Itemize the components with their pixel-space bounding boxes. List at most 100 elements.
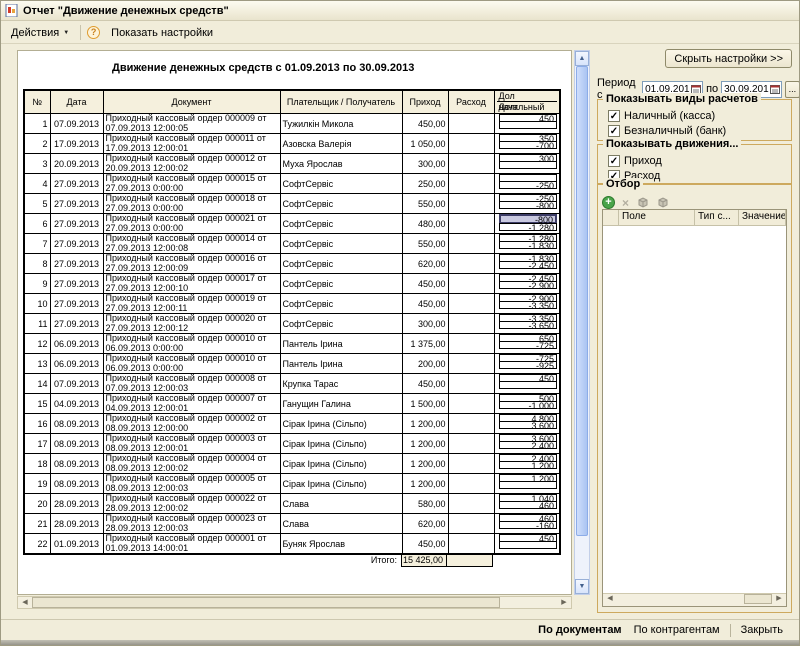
cell-date[interactable]: 08.09.2013: [50, 434, 103, 454]
cell-debt[interactable]: 350 -700: [494, 134, 560, 154]
cell-date[interactable]: 27.09.2013: [50, 174, 103, 194]
cell-document[interactable]: Приходный кассовый ордер 000007 от 04.09…: [103, 394, 280, 414]
cell-income[interactable]: 300,00: [402, 154, 448, 174]
cell-document[interactable]: Приходный кассовый ордер 000020 от 27.09…: [103, 314, 280, 334]
cell-date[interactable]: 06.09.2013: [50, 354, 103, 374]
cell-income[interactable]: 620,00: [402, 514, 448, 534]
cell-payer[interactable]: Муха Ярослав: [280, 154, 402, 174]
cell-income[interactable]: 450,00: [402, 374, 448, 394]
cell-income[interactable]: 1 200,00: [402, 454, 448, 474]
cell-income[interactable]: 1 200,00: [402, 434, 448, 454]
cell-income[interactable]: 620,00: [402, 254, 448, 274]
cell-expense[interactable]: [448, 134, 494, 154]
cell-num[interactable]: 2: [24, 134, 50, 154]
cell-income[interactable]: 250,00: [402, 174, 448, 194]
cell-date[interactable]: 07.09.2013: [50, 114, 103, 134]
cell-debt-end[interactable]: -1 830: [499, 241, 558, 249]
cell-document[interactable]: Приходный кассовый ордер 000019 от 27.09…: [103, 294, 280, 314]
cell-debt-end[interactable]: -925: [499, 361, 558, 369]
cell-debt[interactable]: -725 -925: [494, 354, 560, 374]
cell-debt-end[interactable]: -1 280: [499, 223, 558, 231]
cell-document[interactable]: Приходный кассовый ордер 000015 от 27.09…: [103, 174, 280, 194]
table-row[interactable]: 5 27.09.2013 Приходный кассовый ордер 00…: [24, 194, 560, 214]
cell-debt-end[interactable]: 1 200: [499, 461, 558, 469]
cell-payer[interactable]: Крупка Тарас: [280, 374, 402, 394]
cell-payer[interactable]: Слава: [280, 514, 402, 534]
cell-debt[interactable]: -3 350 -3 650: [494, 314, 560, 334]
cell-expense[interactable]: [448, 254, 494, 274]
table-row[interactable]: 13 06.09.2013 Приходный кассовый ордер 0…: [24, 354, 560, 374]
cell-payer[interactable]: Ганущин Галина: [280, 394, 402, 414]
cell-debt[interactable]: 300: [494, 154, 560, 174]
table-row[interactable]: 17 08.09.2013 Приходный кассовый ордер 0…: [24, 434, 560, 454]
cell-income[interactable]: 1 500,00: [402, 394, 448, 414]
table-row[interactable]: 9 27.09.2013 Приходный кассовый ордер 00…: [24, 274, 560, 294]
cell-payer[interactable]: Сірак Ірина (Сільпо): [280, 474, 402, 494]
delete-filter-icon[interactable]: ×: [622, 196, 629, 210]
cell-num[interactable]: 8: [24, 254, 50, 274]
cell-debt-end[interactable]: -3 350: [499, 301, 558, 309]
cell-num[interactable]: 5: [24, 194, 50, 214]
table-vertical-scrollbar[interactable]: ▲ ▼: [574, 50, 590, 595]
table-row[interactable]: 11 27.09.2013 Приходный кассовый ордер 0…: [24, 314, 560, 334]
cell-num[interactable]: 21: [24, 514, 50, 534]
cell-income[interactable]: 450,00: [402, 534, 448, 555]
cell-expense[interactable]: [448, 454, 494, 474]
cell-document[interactable]: Приходный кассовый ордер 000022 от 28.09…: [103, 494, 280, 514]
cell-payer[interactable]: СофтСервіс: [280, 174, 402, 194]
cell-debt[interactable]: 2 400 1 200: [494, 454, 560, 474]
cell-payer[interactable]: Слава: [280, 494, 402, 514]
cell-debt[interactable]: 450: [494, 534, 560, 555]
filter-horizontal-scrollbar[interactable]: ◀ ▶: [603, 593, 786, 606]
scroll-up-button[interactable]: ▲: [575, 51, 589, 66]
period-more-button[interactable]: ...: [785, 81, 800, 98]
cell-debt[interactable]: -800 -1 280: [494, 214, 560, 234]
cell-num[interactable]: 13: [24, 354, 50, 374]
cell-document[interactable]: Приходный кассовый ордер 000012 от 20.09…: [103, 154, 280, 174]
cell-income[interactable]: 480,00: [402, 214, 448, 234]
horizontal-scrollbar-thumb[interactable]: [32, 597, 500, 608]
table-row[interactable]: 6 27.09.2013 Приходный кассовый ордер 00…: [24, 214, 560, 234]
cell-debt-end[interactable]: -800: [499, 201, 558, 209]
cell-document[interactable]: Приходный кассовый ордер 000010 от 06.09…: [103, 354, 280, 374]
cell-date[interactable]: 27.09.2013: [50, 194, 103, 214]
cell-date[interactable]: 28.09.2013: [50, 494, 103, 514]
cell-debt[interactable]: 1 040 460: [494, 494, 560, 514]
scroll-down-button[interactable]: ▼: [575, 579, 589, 594]
cell-income[interactable]: 550,00: [402, 194, 448, 214]
table-row[interactable]: 18 08.09.2013 Приходный кассовый ордер 0…: [24, 454, 560, 474]
scroll-right-button[interactable]: ▶: [772, 594, 786, 605]
cell-payer[interactable]: СофтСервіс: [280, 254, 402, 274]
table-row[interactable]: 20 28.09.2013 Приходный кассовый ордер 0…: [24, 494, 560, 514]
add-filter-icon[interactable]: +: [602, 196, 615, 209]
cell-date[interactable]: 01.09.2013: [50, 534, 103, 555]
cell-expense[interactable]: [448, 154, 494, 174]
cell-payer[interactable]: Буняк Ярослав: [280, 534, 402, 555]
cell-date[interactable]: 08.09.2013: [50, 474, 103, 494]
cell-expense[interactable]: [448, 434, 494, 454]
horizontal-scrollbar-thumb[interactable]: [744, 594, 772, 604]
cell-date[interactable]: 07.09.2013: [50, 374, 103, 394]
cell-payer[interactable]: Тужилкін Микола: [280, 114, 402, 134]
cell-document[interactable]: Приходный кассовый ордер 000001 от 01.09…: [103, 534, 280, 555]
cell-income[interactable]: 1 050,00: [402, 134, 448, 154]
cell-income[interactable]: 550,00: [402, 234, 448, 254]
cell-num[interactable]: 20: [24, 494, 50, 514]
checkbox-income[interactable]: Приход: [608, 155, 791, 167]
cell-debt-end[interactable]: -160: [499, 521, 558, 529]
table-row[interactable]: 21 28.09.2013 Приходный кассовый ордер 0…: [24, 514, 560, 534]
cell-debt[interactable]: -250 -800: [494, 194, 560, 214]
cell-income[interactable]: 200,00: [402, 354, 448, 374]
cell-date[interactable]: 17.09.2013: [50, 134, 103, 154]
cell-debt-end[interactable]: 2 400: [499, 441, 558, 449]
cell-document[interactable]: Приходный кассовый ордер 000014 от 27.09…: [103, 234, 280, 254]
cell-debt[interactable]: 460 -160: [494, 514, 560, 534]
table-row[interactable]: 10 27.09.2013 Приходный кассовый ордер 0…: [24, 294, 560, 314]
cell-document[interactable]: Приходный кассовый ордер 000009 от 07.09…: [103, 114, 280, 134]
scroll-left-button[interactable]: ◀: [18, 597, 32, 608]
cell-document[interactable]: Приходный кассовый ордер 000021 от 27.09…: [103, 214, 280, 234]
calendar-icon[interactable]: [769, 82, 781, 97]
cell-date[interactable]: 27.09.2013: [50, 234, 103, 254]
cell-payer[interactable]: Пантель Ірина: [280, 354, 402, 374]
cell-document[interactable]: Приходный кассовый ордер 000003 от 08.09…: [103, 434, 280, 454]
